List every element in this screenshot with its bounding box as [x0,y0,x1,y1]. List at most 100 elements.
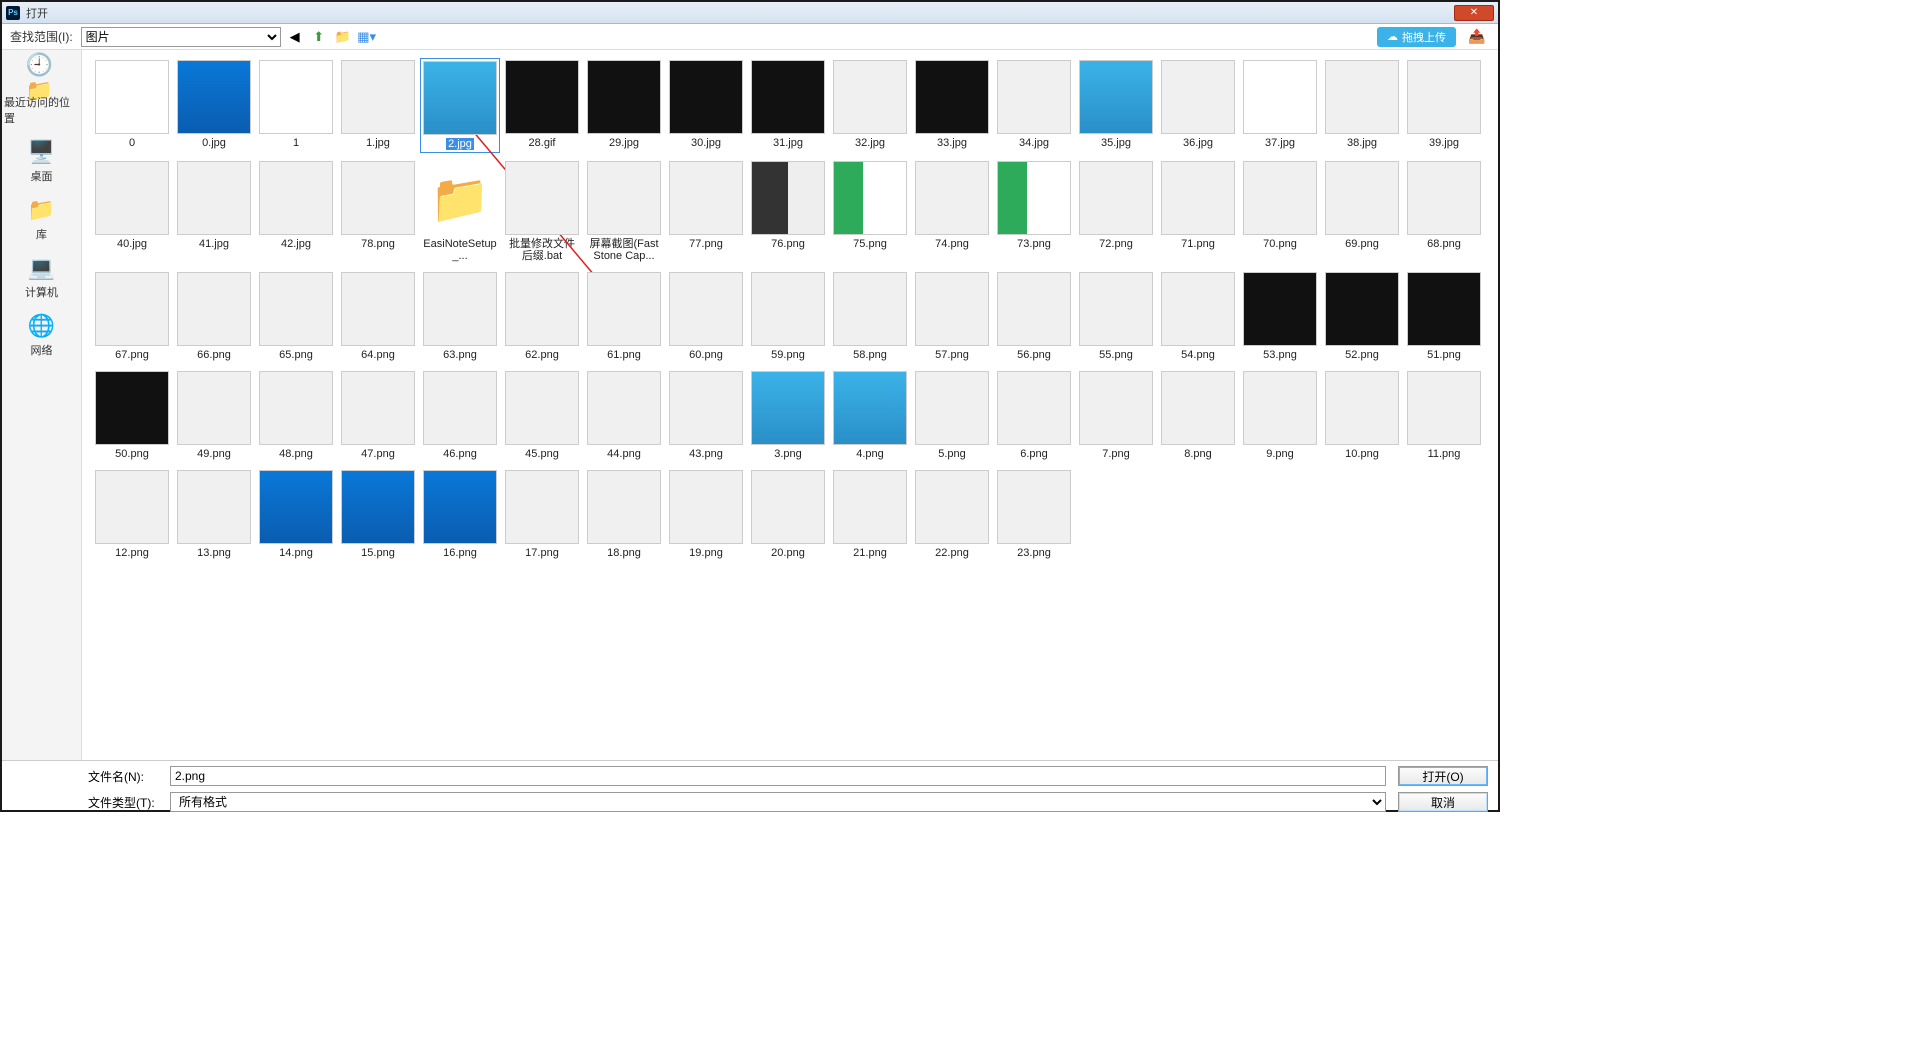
file-item[interactable]: 75.png [830,159,910,264]
file-item[interactable]: 47.png [338,369,418,462]
file-item[interactable]: 23.png [994,468,1074,561]
file-item[interactable]: 5.png [912,369,992,462]
file-item[interactable]: 16.png [420,468,500,561]
filetype-dropdown[interactable]: 所有格式 [170,792,1386,812]
file-item[interactable]: 70.png [1240,159,1320,264]
file-thumbnail [259,470,333,544]
file-item[interactable]: 28.gif [502,58,582,153]
file-item[interactable]: 9.png [1240,369,1320,462]
file-item[interactable]: 20.png [748,468,828,561]
file-item[interactable]: 35.jpg [1076,58,1156,153]
file-item[interactable]: 61.png [584,270,664,363]
file-item[interactable]: 46.png [420,369,500,462]
file-item[interactable]: 63.png [420,270,500,363]
file-item[interactable]: 批量修改文件后缀.bat [502,159,582,264]
file-item[interactable]: 68.png [1404,159,1484,264]
file-item[interactable]: 34.jpg [994,58,1074,153]
upload-button[interactable]: ☁ 拖拽上传 [1377,27,1456,47]
file-item[interactable]: 57.png [912,270,992,363]
file-item[interactable]: 40.jpg [92,159,172,264]
file-item[interactable]: 73.png [994,159,1074,264]
file-item[interactable]: 78.png [338,159,418,264]
file-item[interactable]: 39.jpg [1404,58,1484,153]
up-icon[interactable]: ⬆ [309,27,329,47]
file-item[interactable]: 31.jpg [748,58,828,153]
file-item[interactable]: 33.jpg [912,58,992,153]
file-item[interactable]: 55.png [1076,270,1156,363]
file-item[interactable]: 12.png [92,468,172,561]
file-item[interactable]: 30.jpg [666,58,746,153]
file-item[interactable]: 41.jpg [174,159,254,264]
folder-up-icon[interactable]: 📤 [1468,28,1490,46]
file-item[interactable]: 18.png [584,468,664,561]
file-item[interactable]: 17.png [502,468,582,561]
file-item[interactable]: 22.png [912,468,992,561]
file-item[interactable]: 13.png [174,468,254,561]
file-item[interactable]: 29.jpg [584,58,664,153]
file-item[interactable]: 📁EasiNoteSetup_... [420,159,500,264]
file-item[interactable]: 3.png [748,369,828,462]
file-item[interactable]: 50.png [92,369,172,462]
file-item[interactable]: 0.jpg [174,58,254,153]
places-item[interactable]: 🌐网络 [2,306,81,364]
file-item[interactable]: 19.png [666,468,746,561]
places-item[interactable]: 💻计算机 [2,248,81,306]
filename-input[interactable] [170,766,1386,786]
file-item[interactable]: 38.jpg [1322,58,1402,153]
file-item[interactable]: 7.png [1076,369,1156,462]
open-button[interactable]: 打开(O) [1398,766,1488,786]
file-item[interactable]: 69.png [1322,159,1402,264]
file-item[interactable]: 14.png [256,468,336,561]
file-item[interactable]: 4.png [830,369,910,462]
file-item[interactable]: 67.png [92,270,172,363]
back-icon[interactable]: ◀ [285,27,305,47]
file-item[interactable]: 48.png [256,369,336,462]
lookin-dropdown[interactable]: 图片 [81,27,281,47]
file-item[interactable]: 56.png [994,270,1074,363]
file-item[interactable]: 51.png [1404,270,1484,363]
places-item[interactable]: 🖥️桌面 [2,132,81,190]
file-item[interactable]: 45.png [502,369,582,462]
file-item[interactable]: 36.jpg [1158,58,1238,153]
file-item[interactable]: 32.jpg [830,58,910,153]
file-item[interactable]: 74.png [912,159,992,264]
file-item[interactable]: 37.jpg [1240,58,1320,153]
places-item[interactable]: 🕘📁最近访问的位置 [2,58,81,132]
file-item[interactable]: 42.jpg [256,159,336,264]
file-item[interactable]: 52.png [1322,270,1402,363]
file-item[interactable]: 1.jpg [338,58,418,153]
file-item[interactable]: 15.png [338,468,418,561]
file-item[interactable]: 1 [256,58,336,153]
file-thumbnail [1407,60,1481,134]
file-item[interactable]: 49.png [174,369,254,462]
file-item[interactable]: 64.png [338,270,418,363]
file-item[interactable]: 11.png [1404,369,1484,462]
file-item[interactable]: 44.png [584,369,664,462]
file-item[interactable]: 6.png [994,369,1074,462]
view-menu-icon[interactable]: ▦▾ [357,27,377,47]
file-item[interactable]: 60.png [666,270,746,363]
file-item[interactable]: 71.png [1158,159,1238,264]
file-item[interactable]: 54.png [1158,270,1238,363]
file-item[interactable]: 0 [92,58,172,153]
file-grid[interactable]: 00.jpg11.jpg2.jpg28.gif29.jpg30.jpg31.jp… [82,50,1498,760]
file-item[interactable]: 62.png [502,270,582,363]
file-item[interactable]: 屏幕截图(FastStone Cap... [584,159,664,264]
file-item[interactable]: 76.png [748,159,828,264]
file-item[interactable]: 53.png [1240,270,1320,363]
cancel-button[interactable]: 取消 [1398,792,1488,812]
file-item[interactable]: 8.png [1158,369,1238,462]
file-item[interactable]: 2.jpg [420,58,500,153]
new-folder-icon[interactable]: 📁 [333,27,353,47]
file-item[interactable]: 21.png [830,468,910,561]
file-item[interactable]: 66.png [174,270,254,363]
file-item[interactable]: 43.png [666,369,746,462]
file-item[interactable]: 72.png [1076,159,1156,264]
file-item[interactable]: 65.png [256,270,336,363]
file-item[interactable]: 58.png [830,270,910,363]
file-item[interactable]: 59.png [748,270,828,363]
file-item[interactable]: 10.png [1322,369,1402,462]
places-item[interactable]: 📁库 [2,190,81,248]
file-item[interactable]: 77.png [666,159,746,264]
close-button[interactable]: ✕ [1454,5,1494,21]
